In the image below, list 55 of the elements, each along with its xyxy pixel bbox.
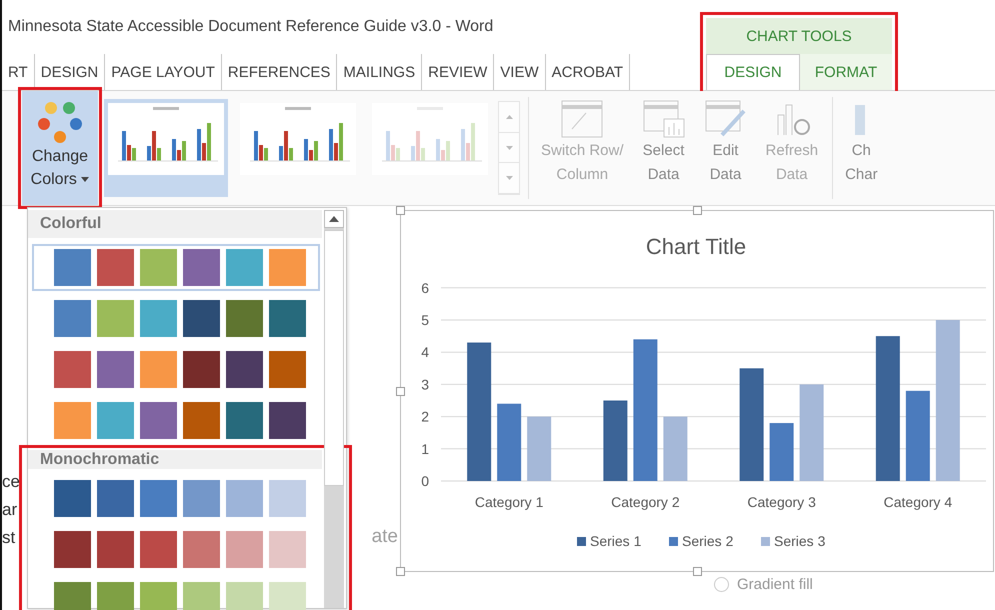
- color-palette-option[interactable]: [32, 244, 320, 291]
- legend-label: Series 2: [682, 533, 734, 549]
- caret-down-icon: [506, 176, 512, 180]
- category-label: Category 4: [884, 494, 952, 510]
- chart-title: Chart Title: [646, 234, 746, 259]
- resize-handle[interactable]: [396, 567, 405, 576]
- palette-heading: Colorful: [28, 210, 322, 238]
- axis-tick-label: 6: [421, 280, 429, 296]
- ribbon-tab[interactable]: PAGE LAYOUT: [105, 54, 222, 90]
- axis-tick-label: 2: [421, 408, 429, 425]
- ribbon-tab[interactable]: REFERENCES: [222, 54, 338, 90]
- ribbon-tab[interactable]: REVIEW: [422, 54, 494, 90]
- ribbon-tab[interactable]: VIEW: [494, 54, 546, 90]
- category-label: Category 2: [611, 494, 680, 510]
- chart-bar: [770, 423, 794, 481]
- axis-tick-label: 0: [421, 473, 429, 489]
- chart-bar: [663, 416, 688, 481]
- scroll-thumb[interactable]: [324, 230, 344, 486]
- palette-heading: Monochromatic: [28, 450, 322, 469]
- ribbon-tab[interactable]: DESIGN: [706, 54, 800, 90]
- caret-down-icon: [81, 177, 90, 182]
- resize-handle[interactable]: [693, 206, 702, 215]
- ribbon-tab[interactable]: FORMAT: [800, 54, 892, 90]
- document-text: ar: [2, 499, 18, 521]
- category-label: Category 3: [747, 494, 816, 510]
- radio-button[interactable]: [714, 577, 729, 592]
- legend-label: Series 3: [774, 533, 826, 549]
- window-title: Minnesota State Accessible Document Reference Guide v3.0 - Word: [7, 17, 494, 37]
- table-pencil-icon: [704, 99, 748, 139]
- document-text: st: [2, 527, 16, 549]
- resize-handle[interactable]: [396, 387, 405, 396]
- chart-tools-label: CHART TOOLS: [706, 18, 892, 54]
- resize-handle[interactable]: [396, 206, 405, 215]
- category-label: Category 1: [474, 494, 544, 510]
- change-colors-button[interactable]: Change Colors: [22, 91, 98, 205]
- caret-down-icon: [506, 146, 512, 150]
- resize-handle[interactable]: [693, 567, 702, 576]
- document-text: ate: [372, 526, 398, 548]
- scrollbar[interactable]: [324, 210, 344, 608]
- ribbon-tab[interactable]: ACROBAT: [546, 54, 630, 90]
- axis-tick-label: 3: [421, 376, 429, 392]
- axis-tick-label: 4: [421, 344, 429, 360]
- legend-label: Series 1: [590, 533, 642, 549]
- axis-tick-label: 5: [421, 312, 429, 328]
- axis-tick-label: 1: [421, 440, 429, 457]
- ribbon-tab[interactable]: MAILINGS: [337, 54, 422, 90]
- caret-up-icon: [506, 114, 512, 119]
- table-arrows-icon: [560, 99, 604, 139]
- palette-icon: [37, 99, 83, 145]
- table-chart-icon: [642, 99, 686, 139]
- document-text: ce: [2, 471, 21, 493]
- chart-bar: [527, 416, 552, 481]
- chart-style-thumbnail[interactable]: [104, 99, 228, 197]
- caret-up-icon: [329, 216, 339, 222]
- scroll-up-button[interactable]: [324, 210, 344, 228]
